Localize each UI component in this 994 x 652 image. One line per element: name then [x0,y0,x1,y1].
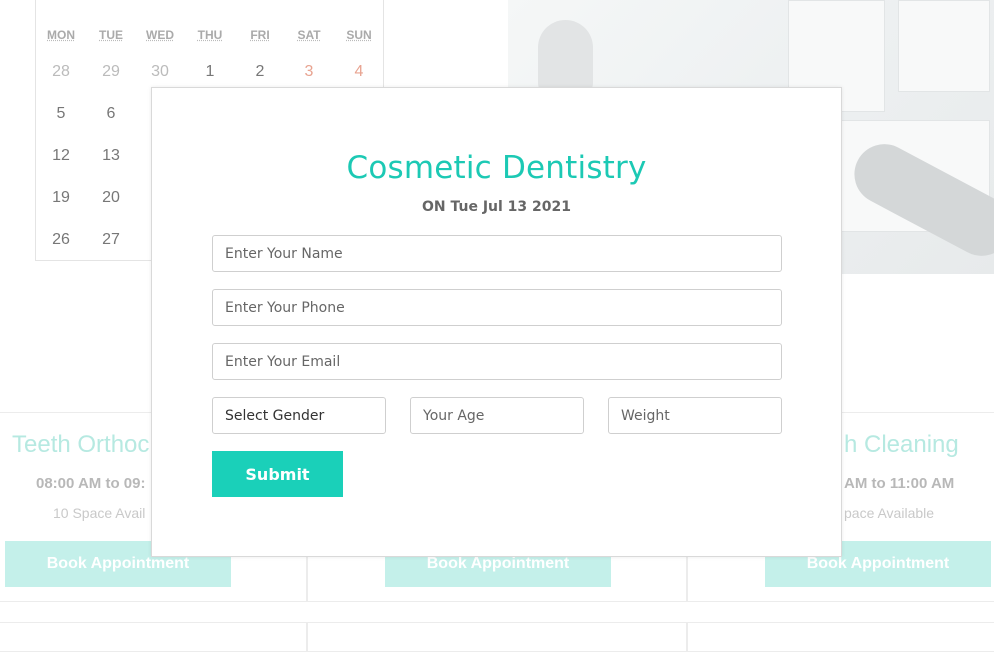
calendar-day[interactable]: 30 [135,63,185,81]
weekday-thu: THU [197,28,223,42]
name-input[interactable] [212,235,782,272]
dental-lamp-shape [538,20,593,95]
calendar-day[interactable]: 26 [36,231,86,249]
weekday-wed: WED [146,28,174,42]
gender-select[interactable]: Select Gender [212,397,386,434]
service-card [0,622,307,652]
calendar-day[interactable]: 5 [36,105,86,123]
cabinet-shape [898,0,990,92]
calendar-day[interactable]: 29 [86,63,136,81]
calendar-day[interactable]: 4 [334,63,384,81]
weekday-sun: SUN [346,28,372,42]
service-card [307,622,687,652]
calendar-day[interactable]: 1 [185,63,235,81]
weekday-sat: SAT [297,28,321,42]
weekday-mon: MON [47,28,75,42]
calendar-day[interactable]: 27 [86,231,136,249]
calendar-day[interactable]: 3 [284,63,334,81]
calendar-day[interactable]: 6 [86,105,136,123]
service-card [687,622,994,652]
calendar-day[interactable]: 20 [86,189,136,207]
weekday-tue: TUE [99,28,123,42]
calendar-day[interactable]: 2 [235,63,285,81]
age-input[interactable] [410,397,584,434]
appointment-date: ON Tue Jul 13 2021 [421,199,571,215]
weekday-fri: FRI [250,28,270,42]
weight-input[interactable] [608,397,782,434]
calendar-day[interactable]: 13 [86,147,136,165]
phone-input[interactable] [212,289,782,326]
calendar-day[interactable]: 28 [36,63,86,81]
calendar-day[interactable]: 12 [36,147,86,165]
email-input[interactable] [212,343,782,380]
submit-button[interactable]: Submit [212,451,343,497]
modal-title: Cosmetic Dentistry [346,150,647,186]
calendar-weekday-header: MON TUE WED THU FRI SAT SUN [36,28,383,44]
booking-modal: Cosmetic Dentistry ON Tue Jul 13 2021 Se… [151,87,842,557]
calendar-day[interactable]: 19 [36,189,86,207]
